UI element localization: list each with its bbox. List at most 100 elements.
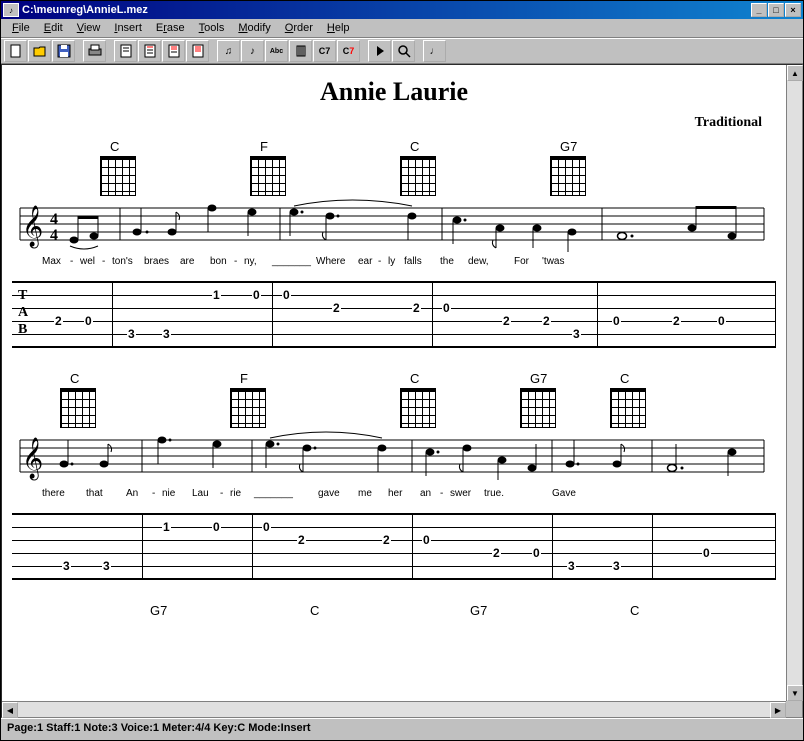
- tab-fret-number: 3: [567, 559, 576, 573]
- quarter-note-button[interactable]: ♩: [423, 40, 446, 62]
- view3-button[interactable]: [162, 40, 185, 62]
- menu-file[interactable]: File: [5, 20, 37, 36]
- lyric-syllable: ton's: [112, 256, 144, 267]
- save-button[interactable]: [52, 40, 75, 62]
- lyric-syllable: that: [86, 488, 126, 499]
- document-area: Annie Laurie Traditional CFCG7 𝄞 4 4: [1, 64, 803, 718]
- horizontal-scrollbar[interactable]: ◀ ▶: [2, 701, 786, 717]
- scroll-right-button[interactable]: ▶: [770, 702, 786, 718]
- tab-fret-number: 2: [542, 314, 551, 328]
- close-button[interactable]: ×: [785, 3, 801, 17]
- lyric-syllable: ly: [388, 256, 404, 267]
- lyric-syllable: true.: [484, 488, 532, 499]
- scroll-up-button[interactable]: ▲: [787, 65, 803, 81]
- lyric-syllable: falls: [404, 256, 440, 267]
- new-button[interactable]: [4, 40, 27, 62]
- scroll-down-button[interactable]: ▼: [787, 685, 803, 701]
- minimize-button[interactable]: _: [751, 3, 767, 17]
- menu-bar: File Edit View Insert Erase Tools Modify…: [1, 19, 803, 38]
- menu-erase[interactable]: Erase: [149, 20, 192, 36]
- chord-C: C: [392, 139, 542, 196]
- zoom-button[interactable]: [392, 40, 415, 62]
- maximize-button[interactable]: □: [768, 3, 784, 17]
- note2-button[interactable]: ♪: [241, 40, 264, 62]
- view4-button[interactable]: [186, 40, 209, 62]
- menu-edit[interactable]: Edit: [37, 20, 70, 36]
- lyric-syllable: [532, 488, 552, 499]
- chord-C: C: [392, 371, 512, 428]
- tab-fret-number: 2: [332, 301, 341, 315]
- view1-button[interactable]: [114, 40, 137, 62]
- chord-G7: G7: [542, 139, 692, 196]
- lyric-syllable: are: [180, 256, 210, 267]
- status-bar: Page:1 Staff:1 Note:3 Voice:1 Meter:4/4 …: [1, 718, 803, 738]
- view2-button[interactable]: [138, 40, 161, 62]
- lyric-syllable: ny,: [244, 256, 272, 267]
- tab-fret-number: 1: [212, 288, 221, 302]
- tab-staff-2: 3310022020330: [12, 513, 776, 579]
- tab-fret-number: 2: [672, 314, 681, 328]
- tab-fret-number: 2: [502, 314, 511, 328]
- tab-fret-number: 2: [492, 546, 501, 560]
- tab-fret-number: 3: [162, 327, 171, 341]
- note1-button[interactable]: ♫: [217, 40, 240, 62]
- lyric-syllable: -: [70, 256, 80, 267]
- tab-fret-number: 0: [717, 314, 726, 328]
- chord-G7: G7: [512, 371, 602, 428]
- lyric-syllable: bon: [210, 256, 234, 267]
- lyric-syllable: an: [420, 488, 440, 499]
- lyric-syllable: _______: [272, 256, 316, 267]
- lyrics-button[interactable]: Abc: [265, 40, 288, 62]
- tab-fret-number: 2: [54, 314, 63, 328]
- tab-fret-number: 2: [297, 533, 306, 547]
- menu-insert[interactable]: Insert: [107, 20, 149, 36]
- window-title: C:\meunreg\AnnieL.mez: [22, 4, 148, 16]
- lyric-syllable: Gave: [552, 488, 582, 499]
- lyric-syllable: -: [378, 256, 388, 267]
- chord-C: C: [602, 371, 702, 428]
- vertical-scrollbar[interactable]: ▲ ▼: [786, 65, 802, 701]
- scroll-corner: [786, 701, 802, 717]
- chord-C: C: [292, 603, 452, 620]
- menu-help[interactable]: Help: [320, 20, 357, 36]
- lyric-syllable: Max: [42, 256, 70, 267]
- print-button[interactable]: [83, 40, 106, 62]
- chord-C: C: [52, 371, 222, 428]
- scroll-left-button[interactable]: ◀: [2, 702, 18, 718]
- lyric-syllable: ear: [358, 256, 378, 267]
- c7-2-button[interactable]: C7: [337, 40, 360, 62]
- play-button[interactable]: [368, 40, 391, 62]
- open-button[interactable]: [28, 40, 51, 62]
- staff-line-2: 𝄞: [12, 430, 767, 486]
- svg-text:𝄞: 𝄞: [22, 205, 43, 248]
- lyric-syllable: _______: [254, 488, 318, 499]
- lyric-syllable: nie: [162, 488, 192, 499]
- svg-text:𝄞: 𝄞: [22, 437, 43, 480]
- song-title: Annie Laurie: [12, 77, 776, 107]
- lyric-syllable: Lau: [192, 488, 220, 499]
- c7-button[interactable]: C7: [313, 40, 336, 62]
- lyric-syllable: rie: [230, 488, 254, 499]
- menu-order[interactable]: Order: [278, 20, 320, 36]
- status-text: Page:1 Staff:1 Note:3 Voice:1 Meter:4/4 …: [7, 722, 311, 734]
- menu-tools[interactable]: Tools: [192, 20, 232, 36]
- chord-C: C: [612, 603, 772, 620]
- lyric-syllable: -: [220, 488, 230, 499]
- chord-C: C: [92, 139, 242, 196]
- lyric-syllable: me: [358, 488, 388, 499]
- tab-fret-number: 3: [612, 559, 621, 573]
- chord-grid-button[interactable]: [289, 40, 312, 62]
- tab-fret-number: 0: [252, 288, 261, 302]
- lyric-syllable: -: [234, 256, 244, 267]
- tab-fret-number: 3: [572, 327, 581, 341]
- lyric-syllable: -: [152, 488, 162, 499]
- svg-text:4: 4: [50, 227, 58, 244]
- menu-modify[interactable]: Modify: [231, 20, 277, 36]
- tab-fret-number: 0: [702, 546, 711, 560]
- lyric-syllable: the: [440, 256, 468, 267]
- tab-fret-number: 3: [127, 327, 136, 341]
- menu-view[interactable]: View: [70, 20, 108, 36]
- sheet-viewport[interactable]: Annie Laurie Traditional CFCG7 𝄞 4 4: [2, 65, 786, 701]
- app-icon: ♪: [3, 3, 19, 17]
- tab-fret-number: 0: [612, 314, 621, 328]
